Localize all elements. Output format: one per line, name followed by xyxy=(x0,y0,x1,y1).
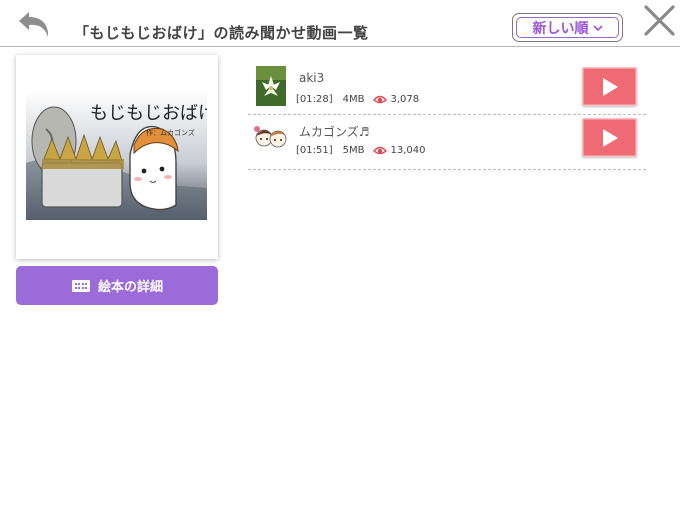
avatar xyxy=(252,123,290,151)
play-button[interactable] xyxy=(582,118,637,157)
cover-author-text: 作：ムカゴンズ xyxy=(146,128,195,137)
book-cover-card[interactable]: もじもじおばけ 作：ムカゴンズ xyxy=(16,55,218,259)
avatar xyxy=(256,66,286,106)
chevron-down-icon xyxy=(592,24,603,31)
header-bar: 「もじもじおばけ」の読み聞かせ動画一覧 新しい順 xyxy=(0,0,680,47)
back-arrow-icon xyxy=(19,12,49,37)
views-eye-icon xyxy=(373,146,388,155)
video-meta: [01:28] 4MB 3,078 xyxy=(296,93,419,105)
cover-title-text: もじもじおばけ xyxy=(90,103,207,124)
views-eye-icon xyxy=(373,95,388,104)
video-size: 5MB xyxy=(342,144,365,156)
book-detail-button[interactable]: 絵本の詳細 xyxy=(16,266,218,305)
book-cover-image: もじもじおばけ 作：ムカゴンズ xyxy=(26,93,207,220)
sort-label: 新しい順 xyxy=(532,20,589,37)
video-list: aki3 [01:28] 4MB 3,078 ムカゴンズ♬ [01:51] 5M… xyxy=(248,58,646,170)
play-icon xyxy=(602,77,618,96)
play-icon xyxy=(602,128,618,147)
video-meta: [01:51] 5MB 13,040 xyxy=(296,144,425,156)
video-user-name: aki3 xyxy=(299,71,325,85)
video-user-name: ムカゴンズ♬ xyxy=(299,125,370,139)
close-button[interactable] xyxy=(643,4,676,37)
video-views: 13,040 xyxy=(390,144,426,156)
book-detail-label: 絵本の詳細 xyxy=(97,280,163,295)
back-button[interactable] xyxy=(16,6,54,42)
page-title: 「もじもじおばけ」の読み聞かせ動画一覧 xyxy=(74,24,369,42)
video-duration: [01:51] xyxy=(296,144,333,156)
video-size: 4MB xyxy=(342,93,365,105)
video-duration: [01:28] xyxy=(296,93,333,105)
sort-dropdown[interactable]: 新しい順 xyxy=(512,13,623,42)
play-button[interactable] xyxy=(582,67,637,106)
open-book-icon xyxy=(71,279,90,292)
video-row[interactable]: ムカゴンズ♬ [01:51] 5MB 13,040 xyxy=(248,115,646,170)
close-icon xyxy=(644,5,675,36)
video-views: 3,078 xyxy=(390,93,420,105)
video-row[interactable]: aki3 [01:28] 4MB 3,078 xyxy=(248,58,646,115)
